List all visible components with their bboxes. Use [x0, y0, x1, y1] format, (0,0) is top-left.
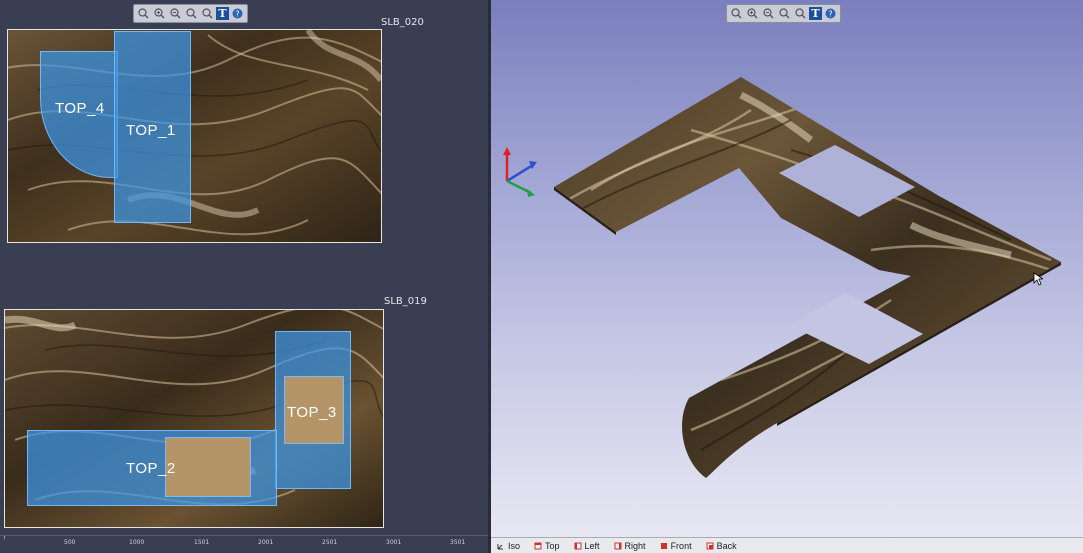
iso-view-icon — [497, 543, 503, 549]
slab-label-top: SLB_020 — [381, 17, 424, 28]
slab-top[interactable]: TOP_4 TOP_1 — [7, 29, 382, 243]
slab-bottom[interactable]: TOP_3 TOP_2 — [4, 309, 384, 528]
view-label: Right — [624, 540, 646, 551]
ruler-tick: 500 — [64, 539, 76, 546]
sink-cutout-top-2 — [165, 437, 251, 497]
ruler-tick: 3501 — [450, 539, 466, 546]
horizontal-ruler: 500 1000 1501 2001 2501 3001 3501 — [0, 535, 488, 553]
zoom-in-icon[interactable] — [152, 7, 167, 21]
view-label: Front — [670, 540, 692, 551]
mouse-cursor-icon — [1033, 272, 1043, 286]
zoom-window-icon[interactable] — [136, 7, 151, 21]
top-view-icon — [534, 542, 542, 549]
view-button-front[interactable]: Front — [660, 541, 692, 551]
view-label: Top — [545, 540, 560, 551]
ruler-tick: 2001 — [258, 539, 274, 546]
svg-text:?: ? — [235, 10, 239, 19]
left-toolbar: T ? — [133, 4, 248, 23]
left-view-icon — [574, 542, 582, 549]
right-view-icon — [614, 542, 622, 549]
ruler-tick: 2501 — [322, 539, 338, 546]
slab-label-bottom: SLB_019 — [384, 296, 427, 307]
ruler-tick: 1000 — [129, 539, 145, 546]
countertop-3d-model[interactable] — [491, 0, 1083, 537]
view-label: Back — [716, 540, 737, 551]
piece-label-top-2: TOP_2 — [126, 460, 176, 477]
help-icon[interactable]: ? — [230, 7, 245, 21]
view-label: Iso — [508, 540, 521, 551]
front-view-icon — [660, 542, 667, 549]
back-view-icon — [706, 542, 714, 549]
slab-layout-panel[interactable]: T ? SLB_020 TOP_4 TOP_1 SLB_019 TOP_3 TO… — [0, 0, 488, 553]
3d-viewport[interactable]: T ? Iso Top Left Right Front Back — [491, 0, 1083, 553]
piece-label-top-1: TOP_1 — [126, 122, 176, 139]
view-label: Left — [584, 540, 600, 551]
zoom-fit-icon[interactable] — [184, 7, 199, 21]
view-button-left[interactable]: Left — [574, 541, 600, 551]
ruler-tick: 1501 — [194, 539, 210, 546]
zoom-out-icon[interactable] — [168, 7, 183, 21]
view-orientation-bar: Iso Top Left Right Front Back — [491, 537, 1083, 553]
view-button-iso[interactable]: Iso — [497, 541, 520, 551]
view-button-top[interactable]: Top — [534, 541, 560, 551]
piece-label-top-3: TOP_3 — [287, 404, 337, 421]
view-button-right[interactable]: Right — [614, 541, 646, 551]
piece-label-top-4: TOP_4 — [55, 100, 105, 117]
text-tool-button[interactable]: T — [216, 7, 229, 20]
view-button-back[interactable]: Back — [706, 541, 737, 551]
ruler-tick: 3001 — [386, 539, 402, 546]
zoom-prev-icon[interactable] — [200, 7, 215, 21]
